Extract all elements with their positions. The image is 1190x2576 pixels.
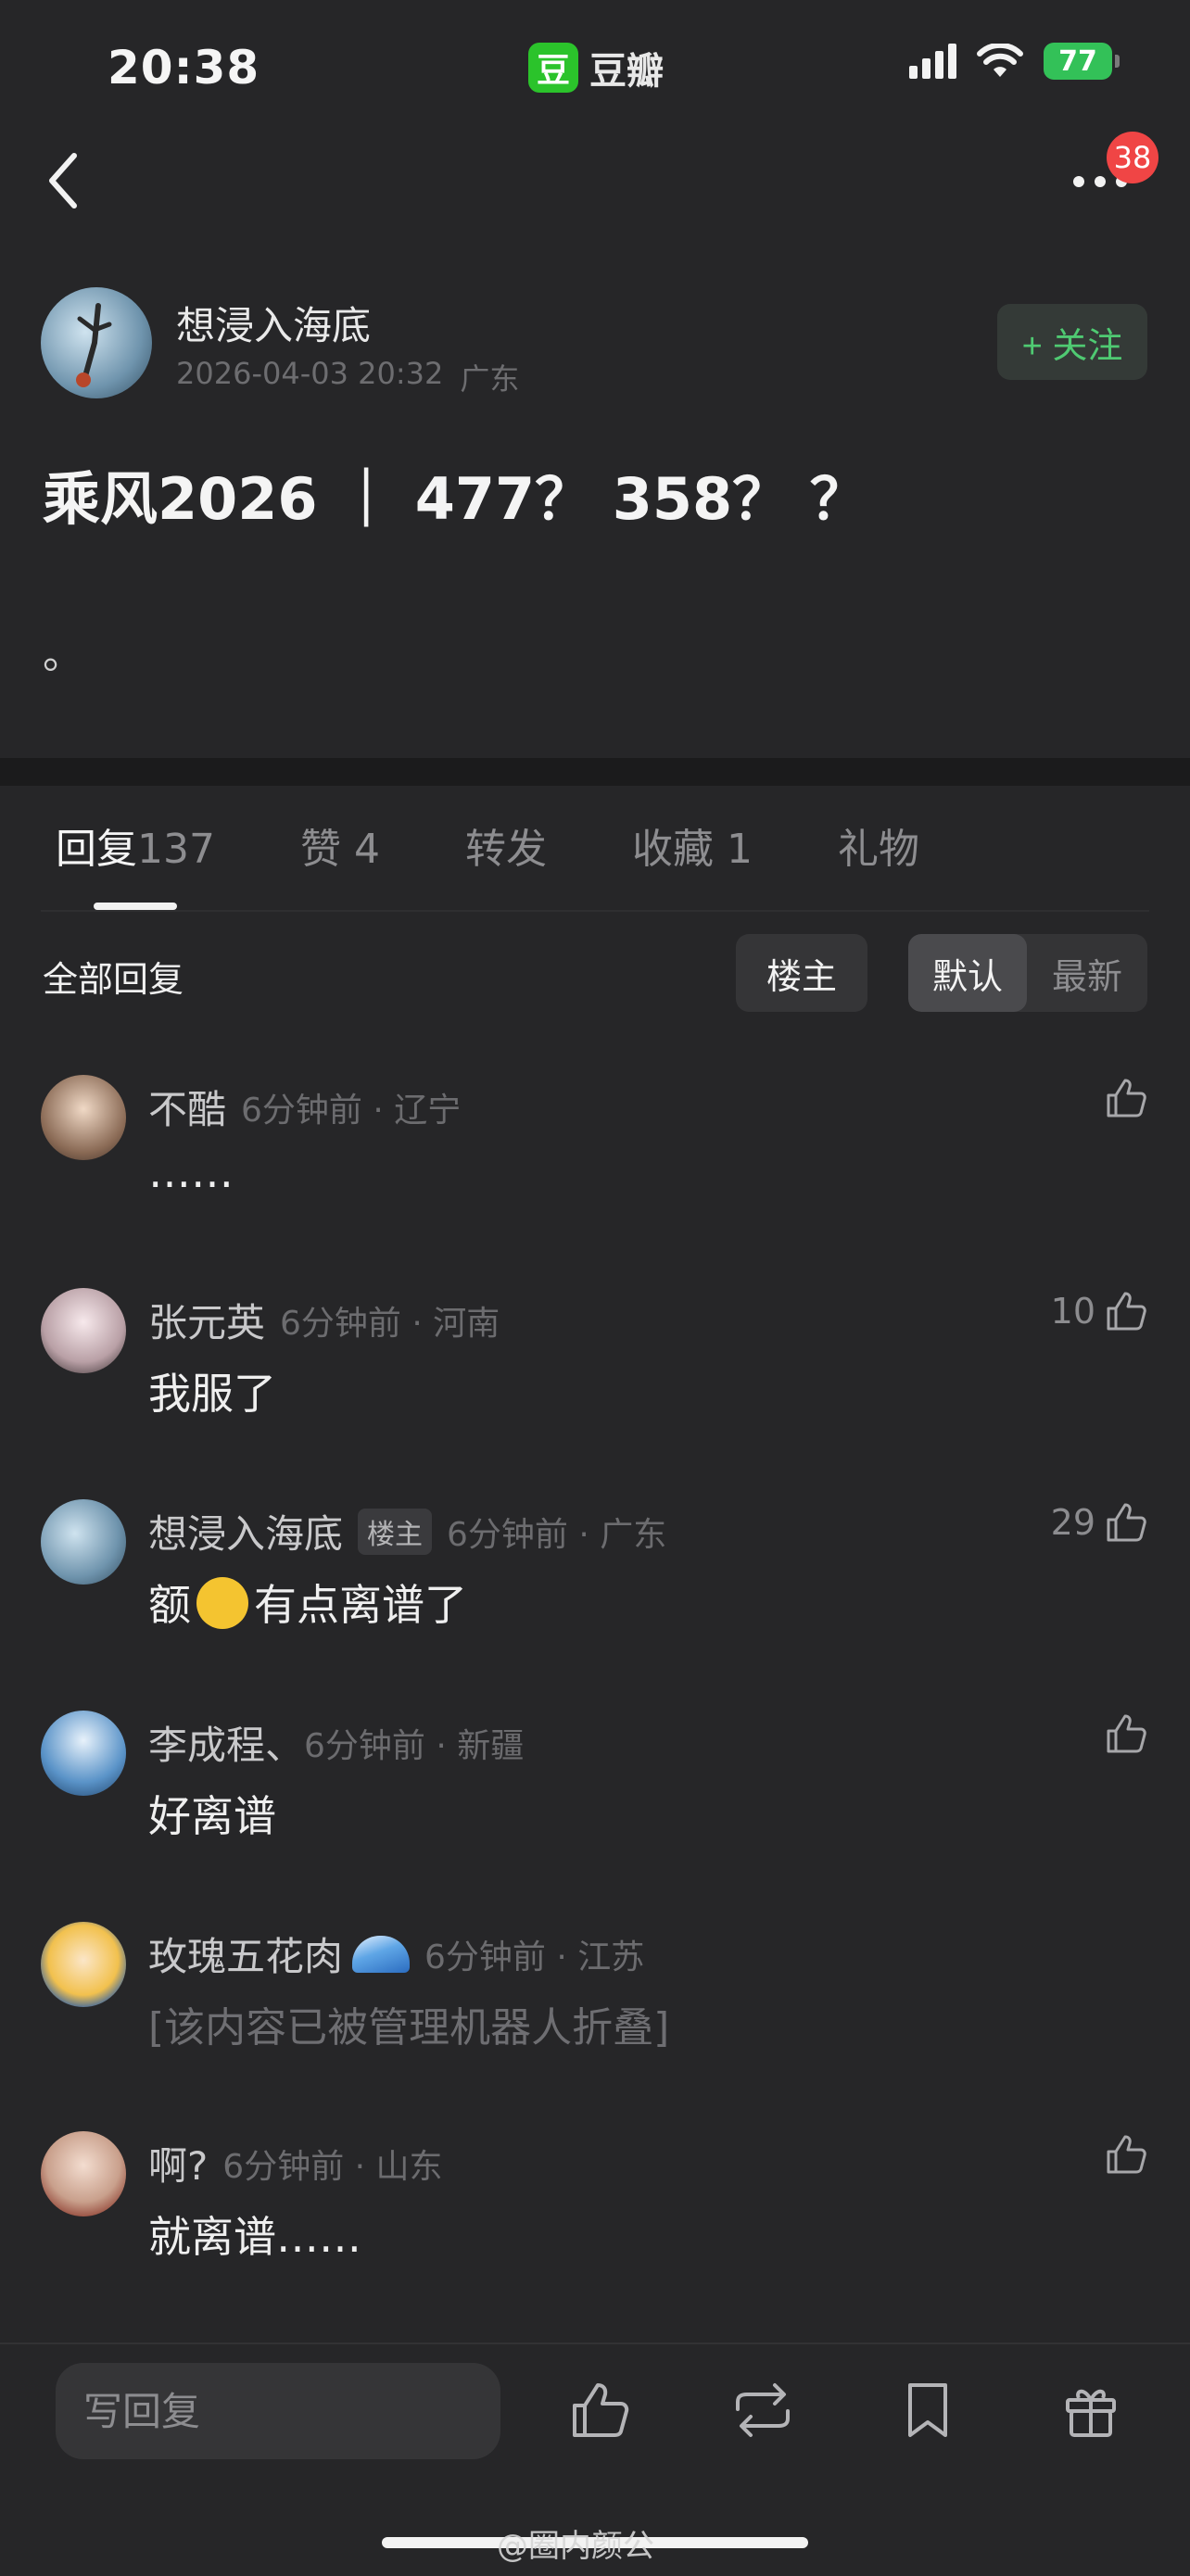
tab-gifts[interactable]: 礼物 [838,815,919,875]
commenter-avatar[interactable] [41,1075,126,1160]
wave-emoji-icon [352,1935,411,1973]
sweat-face-emoji-icon [196,1577,248,1629]
back-arrow-icon[interactable] [41,148,96,213]
notification-badge[interactable]: 38 [1107,132,1158,183]
app-name: 豆瓣 [589,50,664,93]
comment-header: 李成程、 6分钟前 · 新疆 [148,1714,524,1771]
tab-reshares[interactable]: 转发 [465,815,547,875]
post-body: 。 [43,631,83,678]
follow-button[interactable]: + 关注 [997,304,1147,380]
comment-like-button[interactable] [1095,2131,1149,2178]
post-date: 2026-04-03 20:32 [176,356,444,391]
author-avatar[interactable] [41,287,152,398]
comment-meta: 6分钟前 · 江苏 [424,1938,645,1976]
tab-count: 4 [353,826,380,873]
comment-header: 啊? 6分钟前 · 山东 [148,2135,443,2191]
commenter-name[interactable]: 想浸入海底 [148,1503,343,1559]
diver-figure-icon [76,303,112,387]
commenter-avatar[interactable] [41,1922,126,2007]
post-meta: 2026-04-03 20:32 广东 [176,356,519,398]
like-icon[interactable] [567,2378,632,2443]
folded-comment-text[interactable]: [该内容已被管理机器人折叠] [148,1994,669,2053]
comment-header: 玫瑰五花肉 6分钟前 · 江苏 [148,1926,644,1982]
tab-label: 收藏 [631,826,714,873]
comment-text: 我服了 [148,1369,276,1419]
tab-replies[interactable]: 回复137 [56,815,215,875]
tab-count: 1 [726,826,753,873]
comment-like-button[interactable]: 10 [1051,1288,1149,1334]
status-time: 20:38 [108,41,260,95]
tabs-divider [41,910,1149,912]
comment-header: 张元英 6分钟前 · 河南 [148,1292,500,1348]
sort-default-button[interactable]: 默认 [908,934,1027,1012]
thumbs-up-icon [1107,1079,1146,1118]
comment-text: …… [148,1147,234,1197]
commenter-name[interactable]: 不酷 [148,1079,226,1135]
author-name[interactable]: 想浸入海底 [176,295,371,351]
op-only-filter-button[interactable]: 楼主 [736,934,867,1012]
tab-label: 回复 [56,826,137,873]
comment-text: 好离谱 [148,1791,276,1841]
comment-meta: 6分钟前 · 河南 [280,1304,500,1343]
commenter-avatar[interactable] [41,1499,126,1585]
sort-newest-button[interactable]: 最新 [1027,934,1147,1012]
comment-like-button[interactable] [1095,1711,1149,1757]
tab-collections[interactable]: 收藏 1 [632,815,753,875]
comment-text: 就离谱…… [148,2212,361,2262]
battery-icon: 77 [1044,43,1120,80]
comment-like-button[interactable] [1095,1075,1149,1121]
comment-meta: 6分钟前 · 新疆 [304,1726,525,1765]
post-title: 乘风2026 ｜ 477？ 358？ ？ [43,465,867,533]
post-location: 广东 [460,361,520,397]
watermark: @圈内颜公 [497,2528,654,2565]
comment-text-part: 额 [148,1580,191,1630]
comment-meta: 6分钟前 · 山东 [222,2147,443,2186]
douban-app-icon: 豆 [528,43,578,93]
reply-input[interactable] [56,2363,500,2459]
comment-like-button[interactable]: 29 [1051,1499,1149,1546]
active-tab-indicator [94,903,177,910]
comment-header: 不酷 6分钟前 · 辽宁 [148,1079,461,1135]
comment-header: 想浸入海底 楼主 6分钟前 · 广东 [148,1503,666,1559]
all-replies-label: 全部回复 [43,959,184,1000]
tab-count: 137 [137,826,215,873]
reshare-icon[interactable] [730,2378,795,2443]
comment-meta: 6分钟前 · 辽宁 [241,1091,462,1130]
sort-toggle: 默认 最新 [908,934,1147,1012]
tab-likes[interactable]: 赞 4 [300,815,380,875]
commenter-avatar[interactable] [41,1711,126,1796]
gift-icon[interactable] [1058,2378,1123,2443]
tab-label: 赞 [299,826,341,873]
op-badge: 楼主 [358,1508,433,1555]
tab-label: 转发 [464,826,547,873]
section-divider [0,758,1190,786]
commenter-name[interactable]: 张元英 [148,1292,265,1348]
comment-meta: 6分钟前 · 广东 [447,1515,667,1554]
like-count: 10 [1050,1291,1095,1332]
commenter-name[interactable]: 李成程、 [148,1714,304,1771]
bookmark-icon[interactable] [895,2378,960,2443]
commenter-avatar[interactable] [41,2131,126,2216]
like-count: 29 [1050,1502,1095,1543]
cellular-signal-icon [909,44,956,79]
wifi-icon [977,44,1023,77]
thumbs-up-icon [1107,1714,1146,1753]
commenter-avatar[interactable] [41,1288,126,1373]
comment-text-part: 有点离谱了 [254,1580,467,1630]
tab-label: 礼物 [837,826,919,873]
thumbs-up-icon [1107,2135,1146,2174]
commenter-name[interactable]: 啊? [148,2135,208,2191]
thumbs-up-icon [1107,1292,1146,1331]
app-indicator: 豆 豆瓣 [528,41,664,95]
comment-text: 额 有点离谱了 [148,1572,467,1633]
status-icons: 77 [909,43,1120,80]
thumbs-up-icon [1107,1503,1146,1542]
commenter-name[interactable]: 玫瑰五花肉 [148,1926,343,1982]
battery-level: 77 [1058,44,1097,78]
post-tabs: 回复137 赞 4 转发 收藏 1 礼物 [56,815,1005,875]
